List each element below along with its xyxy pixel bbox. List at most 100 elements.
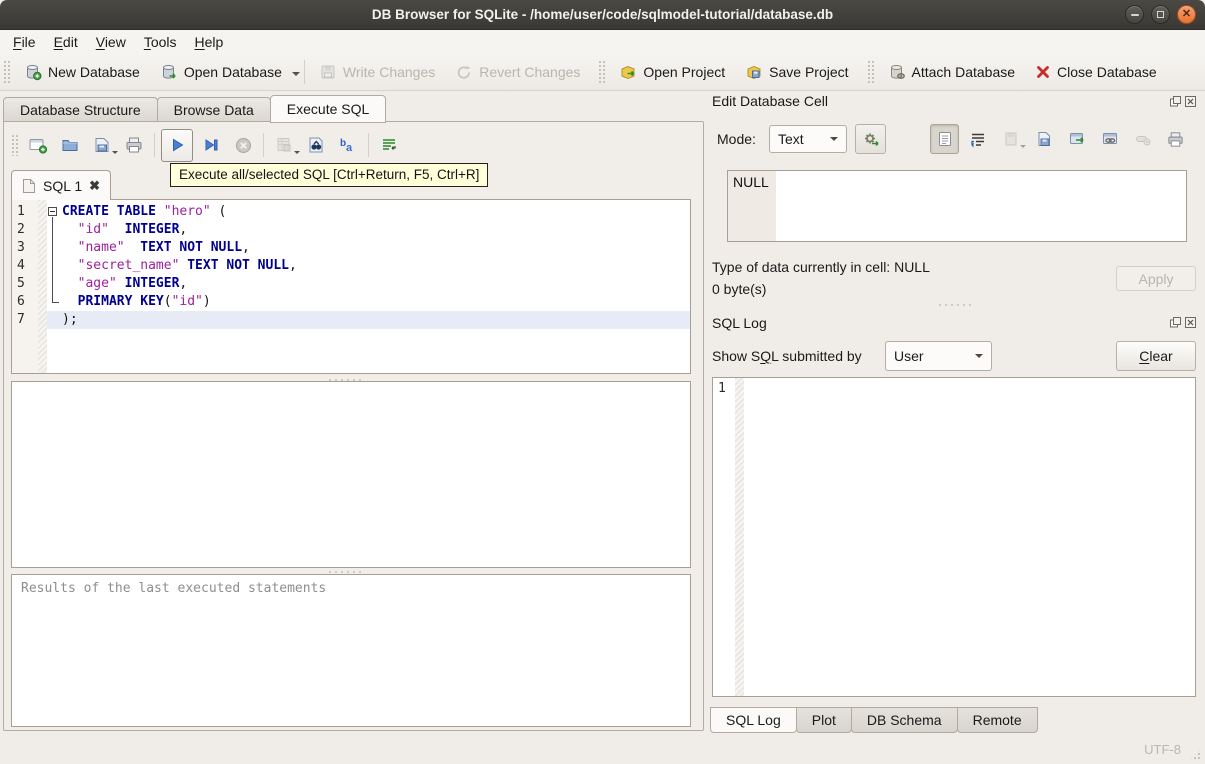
sql-toolbar-grip[interactable]	[11, 134, 19, 156]
set-null-icon	[1135, 136, 1150, 146]
close-panel-icon[interactable]	[1185, 96, 1196, 107]
tab-remote[interactable]: Remote	[956, 707, 1038, 733]
new-sql-tab-button[interactable]	[24, 131, 52, 159]
mode-label: Mode:	[717, 131, 756, 147]
open-project-icon	[619, 63, 637, 81]
text-document-icon	[938, 132, 951, 146]
revert-changes-icon	[455, 63, 473, 81]
results-table-panel[interactable]	[11, 381, 691, 568]
menu-help[interactable]: Help	[186, 32, 233, 52]
resize-grip[interactable]	[1189, 748, 1202, 761]
save-project-button[interactable]: Save Project	[735, 57, 858, 87]
float-panel-icon[interactable]	[1170, 96, 1181, 107]
float-panel-icon[interactable]	[1170, 317, 1181, 328]
cell-size-info: 0 byte(s)	[712, 281, 767, 297]
open-project-button[interactable]: Open Project	[609, 57, 735, 87]
sql-toolbar: ba	[8, 127, 405, 163]
save-sql-file-icon	[95, 138, 109, 152]
close-panel-icon[interactable]	[1185, 317, 1196, 328]
cell-export-button[interactable]	[1029, 124, 1058, 154]
auto-apply-button[interactable]	[855, 124, 886, 154]
maximize-icon	[1157, 11, 1164, 18]
copy-link-button[interactable]	[1095, 124, 1124, 154]
cell-import-dropdown-icon[interactable]	[1020, 145, 1026, 151]
results-message-panel[interactable]: Results of the last executed statements	[11, 574, 691, 727]
tab-db-schema[interactable]: DB Schema	[850, 707, 958, 733]
results-placeholder: Results of the last executed statements	[21, 581, 327, 596]
menu-edit[interactable]: Edit	[45, 32, 87, 52]
tab-database-structure[interactable]: Database Structure	[3, 97, 158, 122]
close-tab-icon[interactable]: ✖	[89, 178, 100, 194]
sql-editor-tab[interactable]: SQL 1 ✖	[11, 170, 112, 200]
open-in-external-button[interactable]	[1062, 124, 1091, 154]
menu-tools[interactable]: Tools	[135, 32, 186, 52]
toolbar-grip[interactable]	[598, 59, 607, 84]
word-wrap-button[interactable]	[375, 131, 403, 159]
word-wrap-icon	[383, 139, 396, 150]
cell-export-icon	[1038, 132, 1050, 146]
save-results-button[interactable]	[270, 131, 300, 159]
execute-line-icon	[205, 139, 218, 151]
close-database-icon	[1035, 64, 1051, 80]
menu-view[interactable]: View	[87, 32, 135, 52]
sql-editor[interactable]: 1 CREATE TABLE "hero" (2 "id" INTEGER, 3 "…	[11, 199, 691, 374]
maximize-button[interactable]	[1151, 5, 1170, 24]
close-button[interactable]: ✕	[1177, 5, 1196, 24]
toolbar-grip[interactable]	[866, 59, 875, 84]
menubar: File Edit View Tools Help	[0, 30, 1205, 53]
set-null-button[interactable]	[1128, 124, 1157, 154]
tab-browse-data[interactable]: Browse Data	[156, 97, 271, 122]
clear-log-button[interactable]: Clear	[1116, 341, 1196, 371]
open-database-button[interactable]: Open Database	[150, 57, 292, 87]
print-cell-button[interactable]	[1161, 124, 1190, 154]
text-mode-button[interactable]	[930, 124, 959, 154]
cell-import-button[interactable]	[996, 124, 1026, 154]
new-database-button[interactable]: New Database	[14, 57, 150, 87]
sql-log-view[interactable]: 1	[712, 377, 1196, 697]
close-database-button[interactable]: Close Database	[1025, 57, 1167, 87]
tab-execute-sql[interactable]: Execute SQL	[269, 95, 387, 123]
link-icon	[1102, 133, 1117, 144]
mode-select[interactable]: Text	[769, 125, 847, 153]
open-external-icon	[1069, 133, 1084, 144]
minimize-icon	[1130, 13, 1139, 16]
format-sql-icon: ba	[340, 138, 353, 154]
cell-import-icon	[1005, 132, 1016, 146]
format-sql-button[interactable]: ba	[334, 131, 362, 159]
toolbar-grip[interactable]	[3, 59, 11, 84]
window-title: DB Browser for SQLite - /home/user/code/…	[371, 7, 834, 22]
tab-plot[interactable]: Plot	[795, 707, 852, 733]
minimize-button[interactable]	[1125, 5, 1144, 24]
apply-button[interactable]: Apply	[1116, 266, 1196, 291]
save-results-dropdown-icon[interactable]	[294, 151, 300, 157]
revert-changes-button[interactable]: Revert Changes	[445, 57, 590, 87]
save-sql-file-button[interactable]	[88, 131, 118, 159]
open-database-dropdown-icon[interactable]	[291, 72, 300, 80]
splitter-handle[interactable]	[937, 303, 971, 308]
find-button[interactable]	[302, 131, 330, 159]
sql-editor-tab-label: SQL 1	[43, 177, 83, 194]
edit-cell-dock-controls	[1170, 96, 1196, 107]
attach-database-button[interactable]: Attach Database	[878, 57, 1026, 87]
write-changes-button[interactable]: Write Changes	[309, 57, 445, 87]
tab-sql-log[interactable]: SQL Log	[710, 707, 797, 733]
menu-file[interactable]: File	[4, 32, 45, 52]
save-sql-dropdown-icon[interactable]	[112, 151, 118, 157]
sql-toolbar-separator	[263, 133, 264, 157]
edit-cell-title: Edit Database Cell	[712, 93, 828, 109]
stop-button[interactable]	[229, 131, 257, 159]
gear-icon	[864, 133, 879, 147]
chevron-down-icon	[975, 354, 983, 362]
main-toolbar: New Database Open Database Write Changes…	[0, 53, 1205, 91]
cell-value-editor[interactable]: NULL	[727, 170, 1187, 242]
write-changes-icon	[319, 63, 337, 81]
open-sql-file-button[interactable]	[56, 131, 84, 159]
execute-all-button[interactable]	[161, 128, 193, 162]
execute-line-button[interactable]	[197, 131, 225, 159]
new-database-icon	[24, 63, 42, 81]
execute-all-icon	[173, 138, 184, 152]
print-sql-button[interactable]	[120, 131, 148, 159]
cell-word-wrap-button[interactable]	[963, 124, 992, 154]
sql-log-filter-select[interactable]: User	[885, 341, 992, 371]
open-sql-file-icon	[62, 140, 78, 151]
